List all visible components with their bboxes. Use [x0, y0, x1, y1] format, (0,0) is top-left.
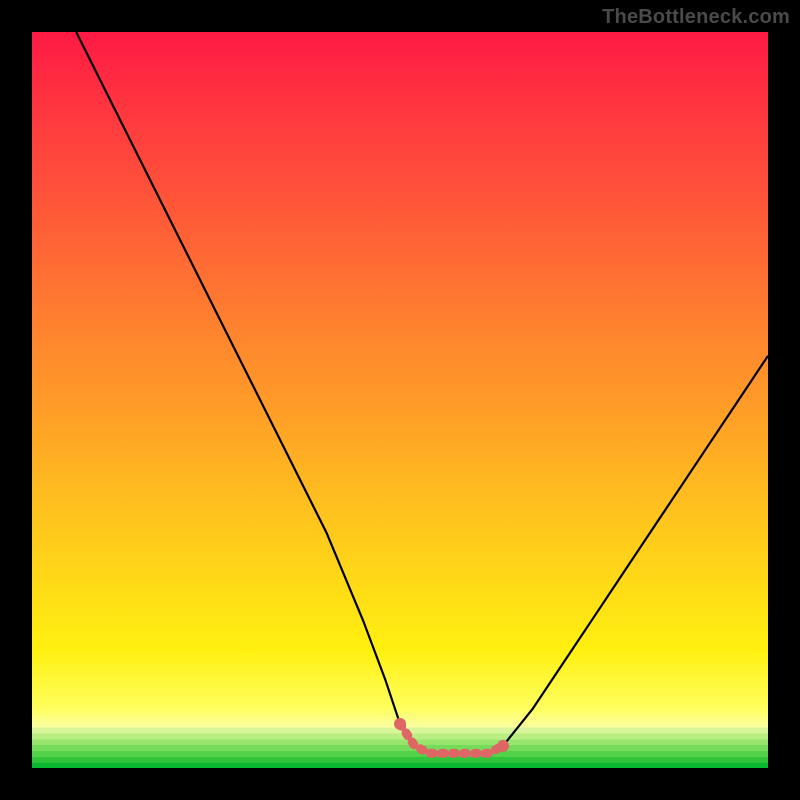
highlight-endpoint-left [394, 718, 406, 730]
chart-frame: TheBottleneck.com [0, 0, 800, 800]
highlight-endpoint-right [497, 740, 509, 752]
watermark-label: TheBottleneck.com [602, 6, 790, 29]
bottleneck-curve [76, 32, 768, 753]
flat-bottom-highlight [400, 724, 503, 754]
plot-area [32, 32, 768, 768]
curve-svg [32, 32, 768, 768]
